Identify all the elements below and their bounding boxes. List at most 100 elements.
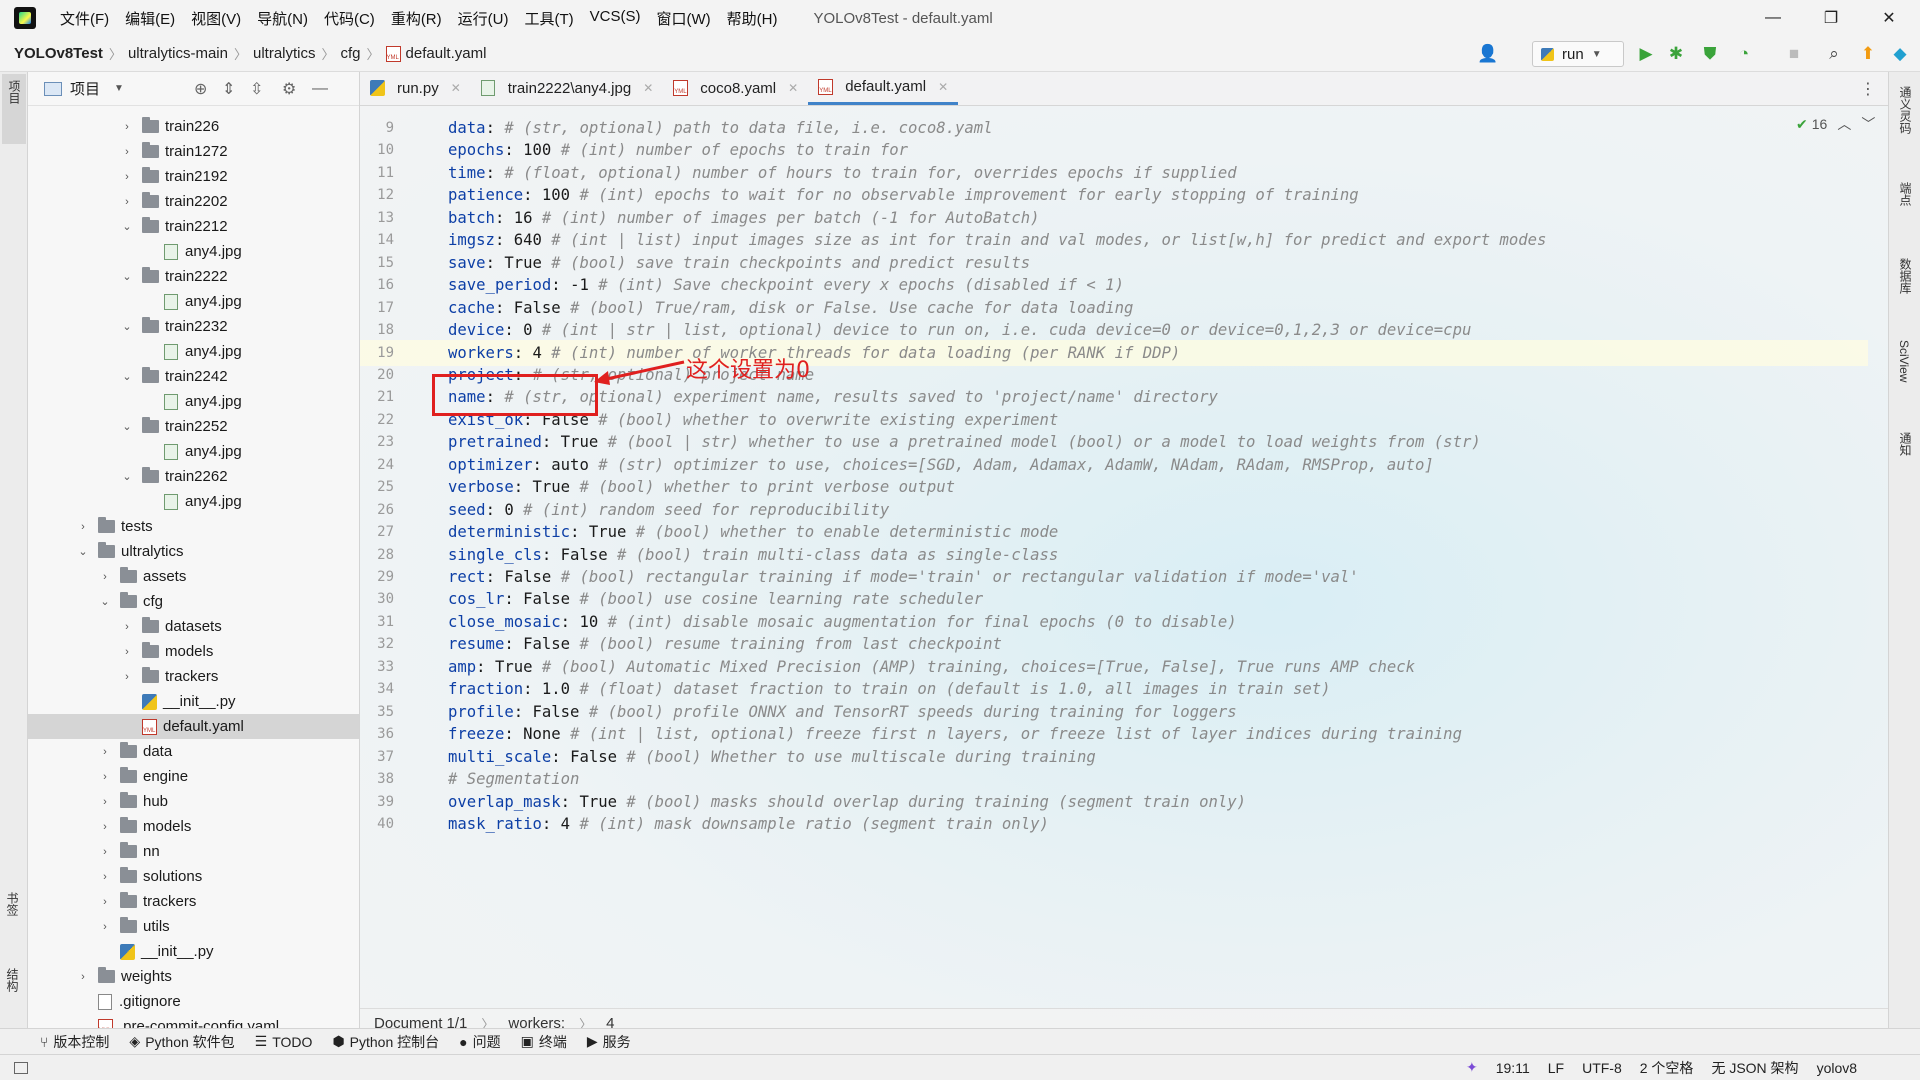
menu-edit[interactable]: 编辑(E) <box>117 8 183 29</box>
code-line[interactable]: save: True # (bool) save train checkpoin… <box>448 254 1030 272</box>
menu-vcs[interactable]: VCS(S) <box>582 8 649 29</box>
code-line[interactable]: multi_scale: False # (bool) Whether to u… <box>448 748 1096 766</box>
tree-item[interactable]: .gitignore <box>28 989 359 1014</box>
code-line[interactable]: time: # (float, optional) number of hour… <box>448 164 1237 182</box>
code-line[interactable]: batch: 16 # (int) number of images per b… <box>448 209 1039 227</box>
tree-item[interactable]: any4.jpg <box>28 389 359 414</box>
expand-all-icon[interactable]: ⇕ <box>222 79 235 99</box>
chevron-down-icon[interactable]: ⌄ <box>120 320 134 333</box>
code-line[interactable]: single_cls: False # (bool) train multi-c… <box>448 546 1058 564</box>
chevron-right-icon[interactable]: › <box>120 146 134 158</box>
profile-icon[interactable]: ◔ <box>1734 44 1754 64</box>
project-panel-title[interactable]: 项目 <box>70 78 100 99</box>
tree-item[interactable]: __init__.py <box>28 689 359 714</box>
tool-python-packages[interactable]: ◈ Python 软件包 <box>129 1032 234 1052</box>
structure-tool-button[interactable]: 结构 <box>4 968 21 992</box>
chevron-down-icon[interactable]: ⌄ <box>120 370 134 383</box>
tool-terminal[interactable]: ▣ 终端 <box>521 1032 567 1052</box>
breadcrumb-folder[interactable]: ultralytics-main <box>128 45 228 62</box>
chevron-right-icon[interactable]: › <box>98 821 112 833</box>
code-line[interactable]: resume: False # (bool) resume training f… <box>448 635 1002 653</box>
menu-tools[interactable]: 工具(T) <box>516 8 581 29</box>
tab-run-py[interactable]: run.py ✕ <box>360 72 471 105</box>
code-line[interactable]: verbose: True # (bool) whether to print … <box>448 478 955 496</box>
code-line[interactable]: close_mosaic: 10 # (int) disable mosaic … <box>448 613 1237 631</box>
code-line[interactable]: epochs: 100 # (int) number of epochs to … <box>448 141 908 159</box>
code-line[interactable]: data: # (str, optional) path to data fil… <box>448 119 993 137</box>
menu-window[interactable]: 窗口(W) <box>648 8 718 29</box>
menu-view[interactable]: 视图(V) <box>183 8 249 29</box>
code-line[interactable]: pretrained: True # (bool | str) whether … <box>448 433 1481 451</box>
menu-run[interactable]: 运行(U) <box>450 8 517 29</box>
debug-icon[interactable]: ✱ <box>1666 44 1686 64</box>
tree-item[interactable]: › data <box>28 739 359 764</box>
tree-item[interactable]: ⌄ ultralytics <box>28 539 359 564</box>
menu-refactor[interactable]: 重构(R) <box>383 8 450 29</box>
line-separator[interactable]: LF <box>1548 1060 1564 1076</box>
tree-item[interactable]: › engine <box>28 764 359 789</box>
code-line[interactable]: freeze: None # (int | list, optional) fr… <box>448 725 1462 743</box>
project-tool-button[interactable]: 项目 <box>2 74 26 144</box>
menu-help[interactable]: 帮助(H) <box>719 8 786 29</box>
run-icon[interactable]: ▶ <box>1636 44 1656 64</box>
tree-item[interactable]: › train1272 <box>28 139 359 164</box>
code-line[interactable]: patience: 100 # (int) epochs to wait for… <box>448 186 1359 204</box>
code-line[interactable]: seed: 0 # (int) random seed for reproduc… <box>448 501 889 519</box>
tree-item[interactable]: › train2202 <box>28 189 359 214</box>
chevron-down-icon[interactable]: ⌄ <box>98 595 112 608</box>
chevron-right-icon[interactable]: › <box>120 671 134 683</box>
tree-item[interactable]: › hub <box>28 789 359 814</box>
tree-item[interactable]: › trackers <box>28 889 359 914</box>
tree-item[interactable]: › utils <box>28 914 359 939</box>
tree-item[interactable]: any4.jpg <box>28 239 359 264</box>
file-encoding[interactable]: UTF-8 <box>1582 1060 1622 1076</box>
collapse-all-icon[interactable]: ⇳ <box>250 79 263 99</box>
tree-item[interactable]: › models <box>28 814 359 839</box>
bookmarks-tool-button[interactable]: 书签 <box>4 892 21 916</box>
account-icon[interactable]: 👤 <box>1477 44 1498 64</box>
menu-file[interactable]: 文件(F) <box>52 8 117 29</box>
code-line[interactable]: rect: False # (bool) rectangular trainin… <box>448 568 1359 586</box>
chevron-right-icon[interactable]: › <box>120 621 134 633</box>
tree-item[interactable]: any4.jpg <box>28 489 359 514</box>
json-schema[interactable]: 无 JSON 架构 <box>1711 1058 1798 1078</box>
code-line[interactable]: mask_ratio: 4 # (int) mask downsample ra… <box>448 815 1049 833</box>
code-line[interactable]: cos_lr: False # (bool) use cosine learni… <box>448 590 983 608</box>
breadcrumb-project[interactable]: YOLOv8Test <box>14 45 103 62</box>
chevron-right-icon[interactable]: › <box>98 896 112 908</box>
close-button[interactable]: ✕ <box>1860 0 1918 36</box>
breadcrumb-file[interactable]: default.yaml <box>406 45 487 62</box>
interpreter[interactable]: yolov8 <box>1817 1060 1857 1076</box>
chevron-right-icon[interactable]: › <box>120 646 134 658</box>
coverage-icon[interactable]: ⛊ <box>1700 44 1720 64</box>
code-line[interactable]: amp: True # (bool) Automatic Mixed Preci… <box>448 658 1415 676</box>
inspection-widget[interactable]: ✔ 16 ︿ ﹀ <box>1796 114 1875 134</box>
tool-todo[interactable]: ☰ TODO <box>255 1033 313 1050</box>
chevron-right-icon[interactable]: › <box>98 571 112 583</box>
code-line[interactable]: workers: 4 # (int) number of worker thre… <box>448 344 1180 362</box>
chevron-down-icon[interactable]: ⌄ <box>120 470 134 483</box>
chevron-right-icon[interactable]: › <box>120 196 134 208</box>
jetbrains-ai-icon[interactable]: ◆ <box>1890 44 1910 64</box>
code-line[interactable]: device: 0 # (int | str | list, optional)… <box>448 321 1471 339</box>
tree-item[interactable]: any4.jpg <box>28 439 359 464</box>
chevron-right-icon[interactable]: › <box>120 171 134 183</box>
chevron-up-icon[interactable]: ︿ <box>1837 114 1851 134</box>
code-line[interactable]: profile: False # (bool) profile ONNX and… <box>448 703 1237 721</box>
chevron-right-icon[interactable]: › <box>98 771 112 783</box>
locate-icon[interactable]: ⊕ <box>194 79 207 99</box>
breadcrumb-folder[interactable]: cfg <box>341 45 361 62</box>
tree-item[interactable]: ⌄ train2232 <box>28 314 359 339</box>
tool-problems[interactable]: ● 问题 <box>459 1032 500 1052</box>
tab-any4-jpg[interactable]: train2222\any4.jpg ✕ <box>471 72 664 105</box>
more-tabs-icon[interactable]: ⋮ <box>1860 79 1876 99</box>
close-tab-icon[interactable]: ✕ <box>938 80 948 94</box>
database-tool-button[interactable]: 数据库 <box>1897 258 1914 294</box>
tab-coco8-yaml[interactable]: YML coco8.yaml ✕ <box>663 72 808 105</box>
tree-item[interactable]: __init__.py <box>28 939 359 964</box>
chevron-down-icon[interactable]: ⌄ <box>120 220 134 233</box>
tree-item[interactable]: ⌄ train2212 <box>28 214 359 239</box>
caret-position[interactable]: 19:11 <box>1496 1060 1530 1076</box>
chevron-down-icon[interactable]: ⌄ <box>120 420 134 433</box>
code-line[interactable]: overlap_mask: True # (bool) masks should… <box>448 793 1246 811</box>
